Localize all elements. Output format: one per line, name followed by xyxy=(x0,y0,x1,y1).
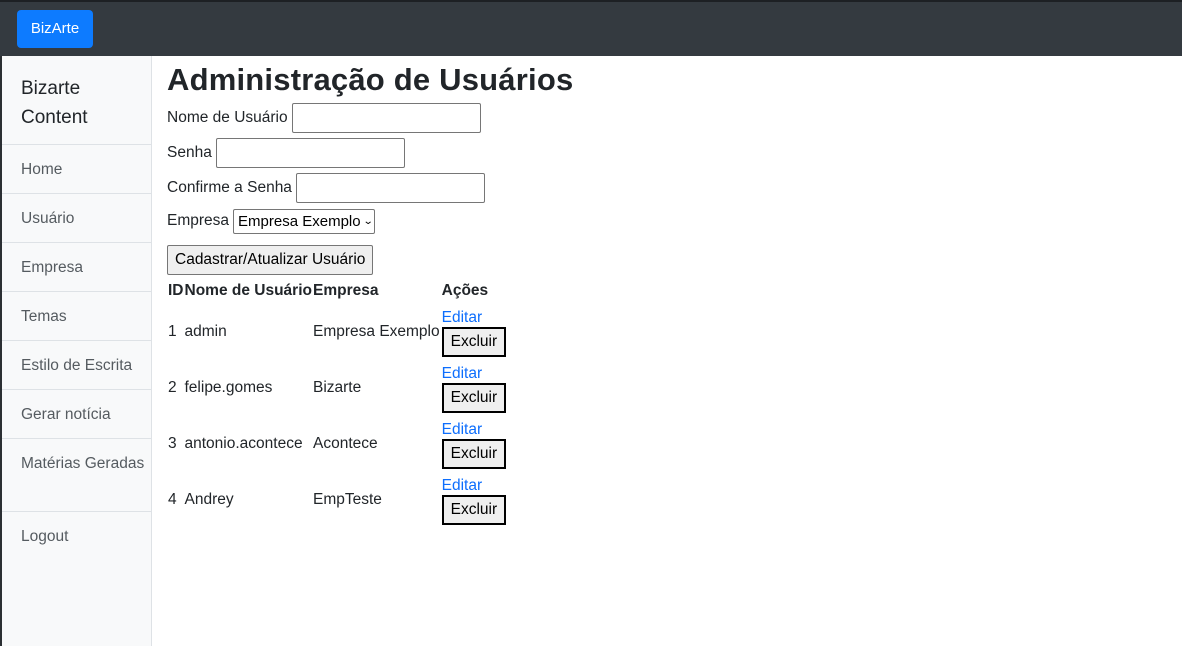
sidebar-item-gerar-noticia[interactable]: Gerar notícia xyxy=(2,390,151,439)
sidebar-item-logout[interactable]: Logout xyxy=(2,512,151,561)
sidebar-item-materias-geradas[interactable]: Matérias Geradas xyxy=(2,439,151,512)
confirm-password-row: Confirme a Senha xyxy=(167,170,1167,205)
header-actions: Ações xyxy=(441,282,489,299)
company-label: Empresa xyxy=(167,212,230,229)
cell-company: Bizarte xyxy=(312,379,362,396)
cell-actions: Editar Excluir xyxy=(441,304,508,360)
cell-username: Andrey xyxy=(184,491,234,508)
table-row: 3 antonio.acontece Acontece Editar Exclu… xyxy=(167,416,507,472)
main-content: Administração de Usuários Nome de Usuári… xyxy=(167,56,1167,528)
sidebar-item-temas[interactable]: Temas xyxy=(2,292,151,341)
cell-id: 1 xyxy=(168,323,177,340)
password-input[interactable] xyxy=(215,137,405,168)
cell-actions: Editar Excluir xyxy=(441,416,508,472)
cell-username: admin xyxy=(184,323,227,340)
cell-id: 2 xyxy=(168,379,177,396)
chevron-down-icon: ⌄ xyxy=(362,215,374,227)
sidebar-item-home[interactable]: Home xyxy=(2,145,151,194)
header-username: Nome de Usuário xyxy=(184,282,312,299)
delete-button[interactable]: Excluir xyxy=(441,382,507,413)
header-id: ID xyxy=(168,282,184,299)
delete-button[interactable]: Excluir xyxy=(441,326,507,357)
sidebar: Bizarte Content Home Usuário Empresa Tem… xyxy=(0,56,152,646)
table-row: 2 felipe.gomes Bizarte Editar Excluir xyxy=(167,360,507,416)
delete-button[interactable]: Excluir xyxy=(441,438,507,469)
table-header-row: ID Nome de Usuário Empresa Ações xyxy=(167,278,507,304)
username-input[interactable] xyxy=(291,102,481,133)
edit-link[interactable]: Editar xyxy=(442,364,507,383)
top-navbar: BizArte xyxy=(0,0,1182,56)
company-select-value: Empresa Exemplo xyxy=(238,212,361,230)
password-row: Senha xyxy=(167,135,1167,170)
users-table: ID Nome de Usuário Empresa Ações 1 admin… xyxy=(167,278,507,528)
cell-id: 3 xyxy=(168,435,177,452)
edit-link[interactable]: Editar xyxy=(442,420,507,439)
edit-link[interactable]: Editar xyxy=(442,476,507,495)
cell-company: EmpTeste xyxy=(312,491,382,508)
cell-username: antonio.acontece xyxy=(184,435,303,452)
sidebar-item-estilo-de-escrita[interactable]: Estilo de Escrita xyxy=(2,341,151,390)
cell-id: 4 xyxy=(168,491,177,508)
cell-company: Empresa Exemplo xyxy=(312,323,440,340)
cell-actions: Editar Excluir xyxy=(441,472,508,528)
cell-username: felipe.gomes xyxy=(184,379,273,396)
sidebar-title: Bizarte Content xyxy=(2,56,151,145)
table-row: 1 admin Empresa Exemplo Editar Excluir xyxy=(167,304,507,360)
username-row: Nome de Usuário xyxy=(167,100,1167,135)
password-label: Senha xyxy=(167,143,212,161)
page-title: Administração de Usuários xyxy=(167,62,574,97)
header-company: Empresa xyxy=(312,282,379,299)
company-row: Empresa Empresa Exemplo ⌄ xyxy=(167,205,1167,237)
confirm-password-input[interactable] xyxy=(295,172,485,203)
cell-actions: Editar Excluir xyxy=(441,360,508,416)
username-label: Nome de Usuário xyxy=(167,108,288,126)
brand-button[interactable]: BizArte xyxy=(17,10,93,48)
table-row: 4 Andrey EmpTeste Editar Excluir xyxy=(167,472,507,528)
delete-button[interactable]: Excluir xyxy=(441,494,507,525)
cell-company: Acontece xyxy=(312,435,378,452)
submit-user-button[interactable]: Cadastrar/Atualizar Usuário xyxy=(167,245,374,275)
company-select[interactable]: Empresa Exemplo ⌄ xyxy=(233,208,375,234)
confirm-password-label: Confirme a Senha xyxy=(167,178,292,196)
sidebar-item-empresa[interactable]: Empresa xyxy=(2,243,151,292)
sidebar-item-usuario[interactable]: Usuário xyxy=(2,194,151,243)
edit-link[interactable]: Editar xyxy=(442,308,507,327)
